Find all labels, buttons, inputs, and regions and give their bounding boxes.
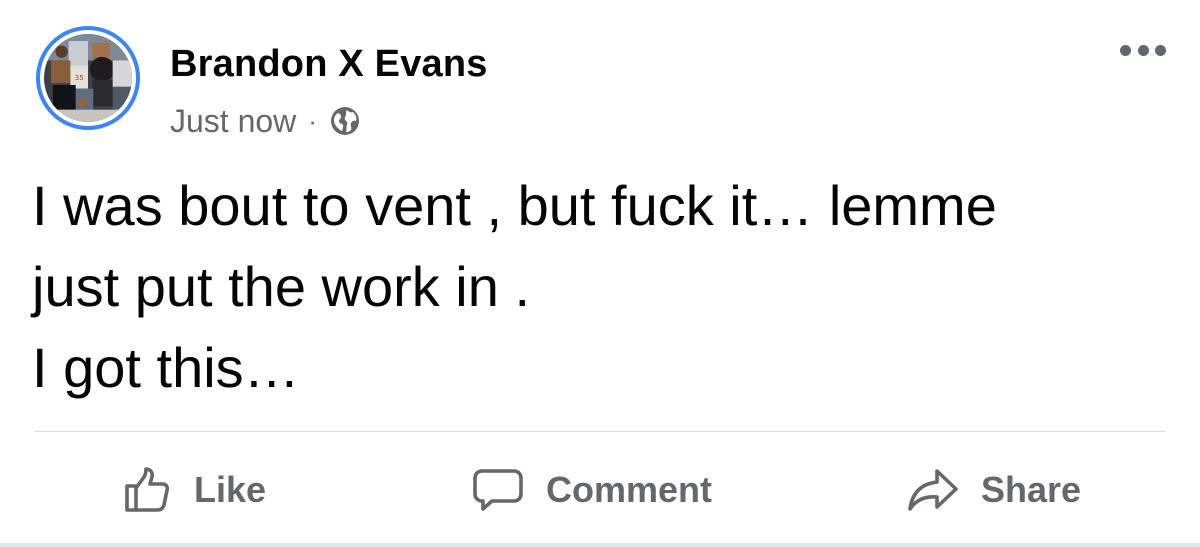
more-dot — [1137, 44, 1149, 56]
post-text-line: I was bout to vent , but fuck it… lemme — [32, 174, 997, 237]
speech-bubble-icon — [473, 469, 523, 511]
post-bottom-border — [0, 543, 1200, 547]
share-button[interactable]: Share — [907, 450, 1081, 530]
meta-separator: · — [308, 105, 317, 136]
divider — [34, 431, 1166, 432]
post-text: I was bout to vent , but fuck it… lemme … — [32, 165, 1162, 408]
thumbs-up-icon — [125, 467, 170, 512]
post-card: 35 Brandon X Evans Just now · I was bout… — [0, 0, 1200, 547]
like-label: Like — [194, 469, 267, 510]
comment-button[interactable]: Comment — [472, 450, 712, 530]
like-button[interactable]: Like — [122, 450, 266, 530]
author-name[interactable]: Brandon X Evans — [170, 43, 488, 86]
more-dot — [1155, 44, 1166, 56]
avatar-image: 35 — [44, 34, 132, 122]
more-options-icon[interactable] — [1120, 40, 1166, 60]
post-timestamp[interactable]: Just now — [170, 103, 296, 140]
post-actions: Like Comment Share — [0, 450, 1200, 530]
more-dot — [1120, 44, 1131, 56]
globe-icon[interactable] — [329, 105, 361, 137]
post-text-line: just put the work in . — [32, 255, 531, 318]
svg-text:35: 35 — [75, 73, 84, 82]
share-arrow-icon — [908, 469, 958, 511]
post-text-line: I got this… — [32, 336, 300, 399]
avatar[interactable]: 35 — [36, 26, 140, 130]
comment-label: Comment — [546, 469, 713, 510]
share-label: Share — [981, 469, 1082, 510]
post-meta: Just now · — [170, 101, 361, 141]
